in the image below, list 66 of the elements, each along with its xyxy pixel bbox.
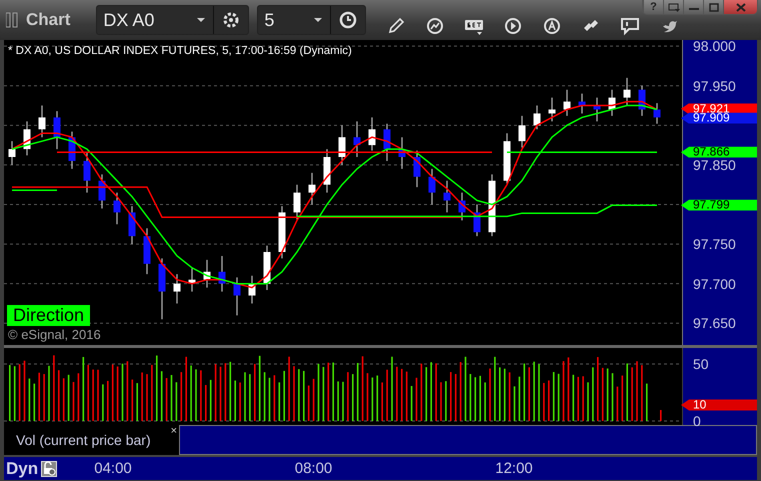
time-label: 08:00 (294, 460, 332, 477)
scale-mode-label: Dyn (6, 458, 38, 478)
candlestick (564, 89, 570, 116)
menu-button[interactable] (663, 0, 683, 14)
lock-clock-icon[interactable] (41, 460, 58, 476)
gear-icon (221, 10, 242, 30)
window-menu-icon (668, 2, 680, 12)
candlestick (428, 168, 436, 205)
minimize-button[interactable] (683, 0, 703, 14)
play-icon[interactable] (503, 16, 524, 36)
time-label: 12:00 (495, 460, 533, 477)
tick-label: 97.750 (693, 237, 736, 252)
candlestick (114, 192, 120, 225)
caret-icon[interactable] (197, 18, 206, 22)
maximize-button[interactable] (703, 0, 723, 14)
time-label: 04:00 (94, 460, 132, 477)
study-label: Direction (7, 305, 90, 326)
clock-icon (338, 10, 358, 30)
candlestick (624, 77, 630, 106)
tick-label: 50 (693, 357, 709, 371)
symbol-field[interactable]: DX A0 (96, 5, 250, 35)
pencil-icon[interactable] (386, 16, 406, 36)
grip-icon[interactable] (6, 12, 18, 28)
close-button[interactable]: × (170, 425, 177, 437)
price-marker: 97.909 (681, 112, 757, 124)
candlestick (354, 120, 360, 158)
interval-field[interactable]: 5 (257, 5, 366, 35)
candlestick (534, 105, 540, 130)
candlestick (578, 93, 586, 114)
speech-bubble-icon[interactable] (620, 16, 640, 36)
candlestick (518, 115, 526, 148)
tick-label: 0 (693, 414, 701, 428)
price-marker: 97.799 (681, 200, 757, 211)
candlestick (654, 102, 660, 124)
window-title: Chart (26, 10, 70, 30)
maximize-icon (708, 2, 718, 12)
copyright-text: © eSignal, 2016 (8, 327, 101, 342)
interval-input[interactable]: 5 (258, 10, 314, 30)
study-legend: Vol (current price bar) (16, 432, 151, 448)
candlestick (444, 180, 450, 213)
symbol-input[interactable]: DX A0 (97, 10, 198, 30)
tick-label: 98.000 (693, 39, 736, 54)
tick-label: 97.850 (693, 158, 736, 172)
caret-icon[interactable] (314, 18, 322, 22)
close-button[interactable] (723, 0, 757, 14)
candlestick (84, 152, 90, 194)
tick-label: 97.700 (693, 276, 736, 291)
tick-label: 97.650 (693, 316, 736, 330)
candlestick (294, 184, 300, 221)
candlestick (338, 124, 346, 166)
trend-icon[interactable] (425, 16, 446, 36)
candlestick (548, 97, 556, 122)
candlestick (38, 105, 46, 138)
candlestick (54, 110, 60, 150)
candlestick (234, 276, 240, 316)
candlestick (8, 140, 16, 166)
close-icon (736, 2, 746, 12)
price-marker: 97.866 (681, 146, 757, 158)
tick-label: 97.950 (693, 78, 736, 93)
candlestick (414, 150, 420, 188)
price-marker: 97.921 (681, 103, 757, 114)
candlestick (174, 274, 180, 304)
chart-header: * DX A0, US DOLLAR INDEX FUTURES, 5, 17:00-16:59 (Dynamic) (8, 45, 352, 57)
help-button[interactable]: ? (643, 0, 663, 14)
candlestick (308, 172, 316, 205)
volume-marker: 10 (681, 400, 757, 410)
